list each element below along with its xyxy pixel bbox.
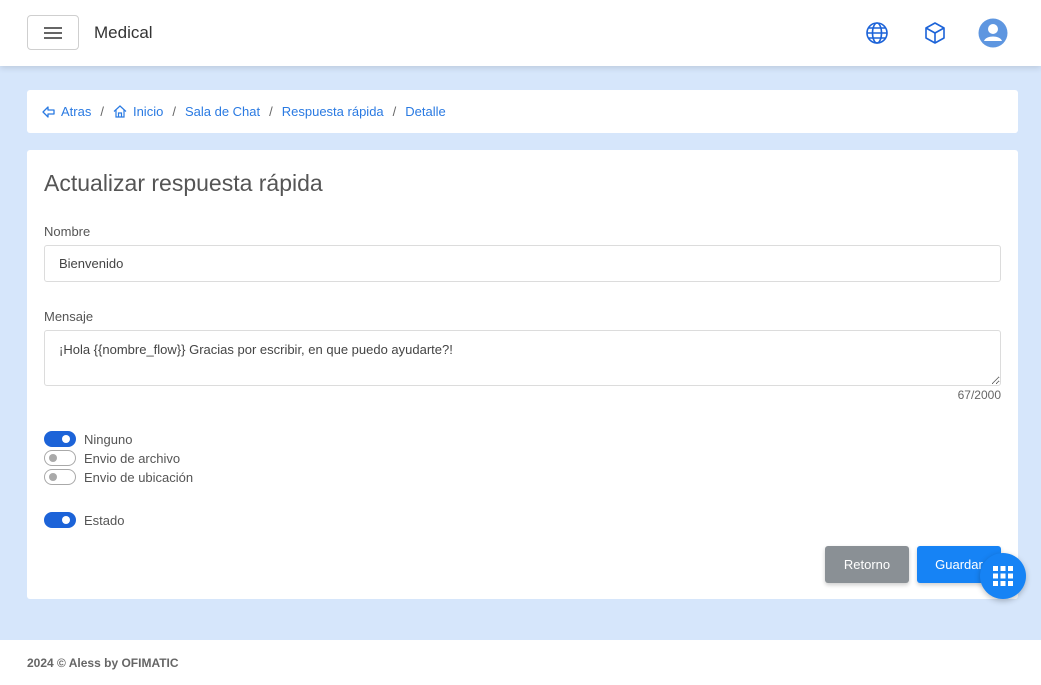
option-location-toggle[interactable] bbox=[44, 469, 76, 485]
breadcrumb-home[interactable]: Inicio bbox=[113, 104, 163, 119]
grid-icon bbox=[993, 566, 1013, 586]
back-arrow-icon bbox=[42, 105, 55, 118]
page-title: Actualizar respuesta rápida bbox=[44, 170, 323, 196]
modules-button[interactable] bbox=[921, 19, 949, 47]
breadcrumb-back[interactable]: Atras bbox=[42, 104, 91, 119]
status-label: Estado bbox=[84, 512, 125, 528]
footer-text: 2024 © Aless by OFIMATIC bbox=[27, 656, 179, 670]
language-button[interactable] bbox=[863, 19, 891, 47]
option-file-label: Envio de archivo bbox=[84, 450, 181, 466]
option-none-toggle[interactable] bbox=[44, 431, 76, 447]
cube-icon bbox=[925, 22, 945, 44]
status-row: Estado bbox=[44, 512, 124, 528]
user-avatar-icon bbox=[978, 18, 1008, 48]
menu-toggle-button[interactable] bbox=[27, 15, 79, 50]
status-toggle[interactable] bbox=[44, 512, 76, 528]
char-counter: 67/2000 bbox=[957, 388, 1001, 402]
message-label: Mensaje bbox=[44, 309, 94, 324]
user-menu-button[interactable] bbox=[977, 17, 1009, 49]
breadcrumb-quick-reply[interactable]: Respuesta rápida bbox=[282, 104, 384, 119]
breadcrumb: Atras / Inicio / Sala de Chat / Respuest… bbox=[27, 90, 1018, 133]
option-file-row: Envio de archivo bbox=[44, 450, 180, 466]
top-bar: Medical bbox=[0, 0, 1041, 66]
globe-icon bbox=[866, 22, 888, 44]
breadcrumb-detail[interactable]: Detalle bbox=[405, 104, 445, 119]
home-icon bbox=[113, 105, 127, 118]
message-textarea[interactable]: ¡Hola {{nombre_flow}} Gracias por escrib… bbox=[44, 330, 1001, 386]
footer: 2024 © Aless by OFIMATIC bbox=[0, 640, 1041, 685]
apps-fab-button[interactable] bbox=[980, 553, 1026, 599]
option-none-row: Ninguno bbox=[44, 431, 132, 447]
back-button[interactable]: Retorno bbox=[825, 546, 909, 583]
option-location-label: Envio de ubicación bbox=[84, 469, 194, 485]
brand-title: Medical bbox=[94, 23, 153, 42]
option-none-label: Ninguno bbox=[84, 431, 133, 447]
name-label: Nombre bbox=[44, 224, 91, 239]
name-input[interactable] bbox=[44, 245, 1001, 282]
breadcrumb-chat-room[interactable]: Sala de Chat bbox=[185, 104, 260, 119]
option-file-toggle[interactable] bbox=[44, 450, 76, 466]
menu-icon bbox=[44, 26, 62, 39]
option-location-row: Envio de ubicación bbox=[44, 469, 193, 485]
form-card: Actualizar respuesta rápida Nombre Mensa… bbox=[27, 150, 1018, 599]
